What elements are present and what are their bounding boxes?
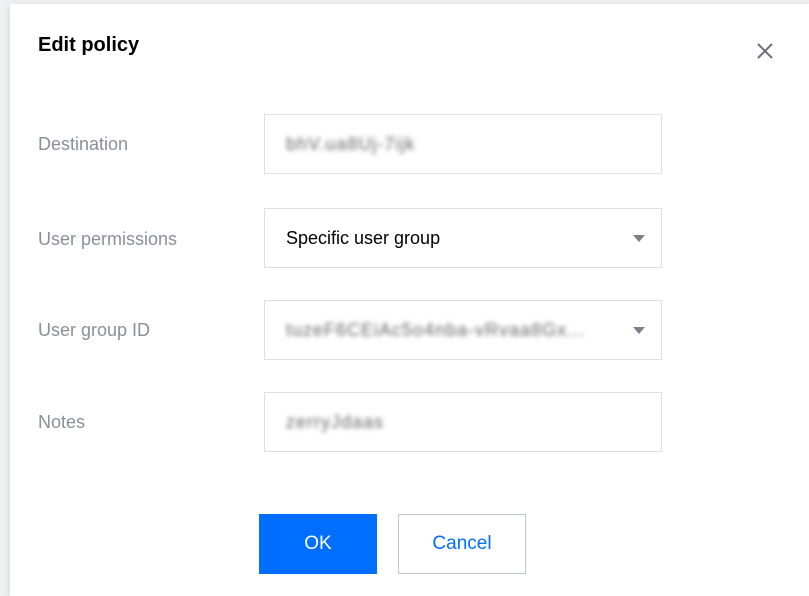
chevron-down-icon xyxy=(633,234,645,242)
ok-button[interactable]: OK xyxy=(259,514,377,574)
user-permissions-select[interactable]: Specific user group xyxy=(264,208,662,268)
user-group-id-select[interactable]: tuzeF6CEiAc5o4nba-vRvaa8Gx... xyxy=(264,300,662,360)
chevron-down-icon xyxy=(633,326,645,334)
destination-label: Destination xyxy=(38,134,129,154)
destination-input[interactable]: bhV.ua8Uj-7ijk xyxy=(264,114,662,174)
notes-value: zerryJdaas xyxy=(286,411,385,432)
close-icon[interactable] xyxy=(752,38,778,64)
user-group-id-label: User group ID xyxy=(38,320,151,340)
user-permissions-value: Specific user group xyxy=(286,227,441,248)
edit-policy-dialog: Edit policy Destination bhV.ua8Uj-7ijk U… xyxy=(10,4,809,596)
cancel-button[interactable]: Cancel xyxy=(398,514,526,574)
user-permissions-label: User permissions xyxy=(38,229,178,249)
notes-label: Notes xyxy=(38,412,86,432)
user-group-id-value: tuzeF6CEiAc5o4nba-vRvaa8Gx... xyxy=(286,319,586,340)
dialog-title: Edit policy xyxy=(38,34,140,56)
notes-input[interactable]: zerryJdaas xyxy=(264,392,662,452)
destination-value: bhV.ua8Uj-7ijk xyxy=(286,133,416,154)
